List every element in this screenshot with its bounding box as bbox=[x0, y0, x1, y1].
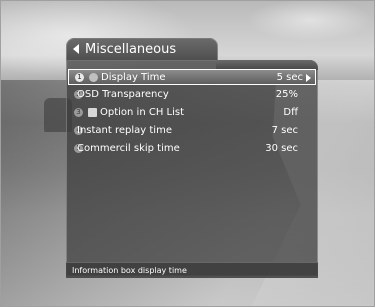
item-value: 25% bbox=[275, 89, 298, 100]
item-value: 5 sec bbox=[276, 72, 303, 83]
item-value: Dff bbox=[283, 107, 298, 118]
menu-item-instant-replay-time[interactable]: 4 Instant replay time 7 sec bbox=[68, 123, 316, 139]
item-label: OSD Transparency bbox=[77, 89, 169, 100]
menu-item-display-time[interactable]: 1 Display Time 5 sec bbox=[68, 69, 316, 85]
item-label: Display Time bbox=[101, 72, 166, 83]
menu-title: Miscellaneous bbox=[85, 42, 177, 57]
item-value: 30 sec bbox=[265, 143, 298, 154]
item-label: Option in CH List bbox=[100, 107, 185, 118]
item-label: Instant replay time bbox=[77, 125, 172, 136]
menu-item-commercial-skip-time[interactable]: 5 Commercil skip time 30 sec bbox=[68, 141, 316, 157]
item-value: 7 sec bbox=[271, 125, 298, 136]
right-arrow-icon[interactable] bbox=[306, 74, 311, 82]
left-arrow-icon[interactable] bbox=[73, 44, 79, 54]
item-label: Commercil skip time bbox=[77, 143, 180, 154]
info-icon bbox=[89, 73, 98, 82]
item-number: 3 bbox=[74, 108, 83, 117]
miscellaneous-menu: Miscellaneous 1 Display Time 5 sec 2 OSD… bbox=[66, 38, 318, 278]
list-icon bbox=[88, 108, 97, 117]
menu-title-tab[interactable]: Miscellaneous bbox=[66, 38, 218, 61]
item-number: 1 bbox=[75, 73, 84, 82]
help-text-bar: Information box display time bbox=[66, 262, 318, 278]
menu-item-option-in-ch-list[interactable]: 3 Option in CH List Dff bbox=[68, 105, 316, 121]
menu-item-osd-transparency[interactable]: 2 OSD Transparency 25% bbox=[68, 87, 316, 103]
